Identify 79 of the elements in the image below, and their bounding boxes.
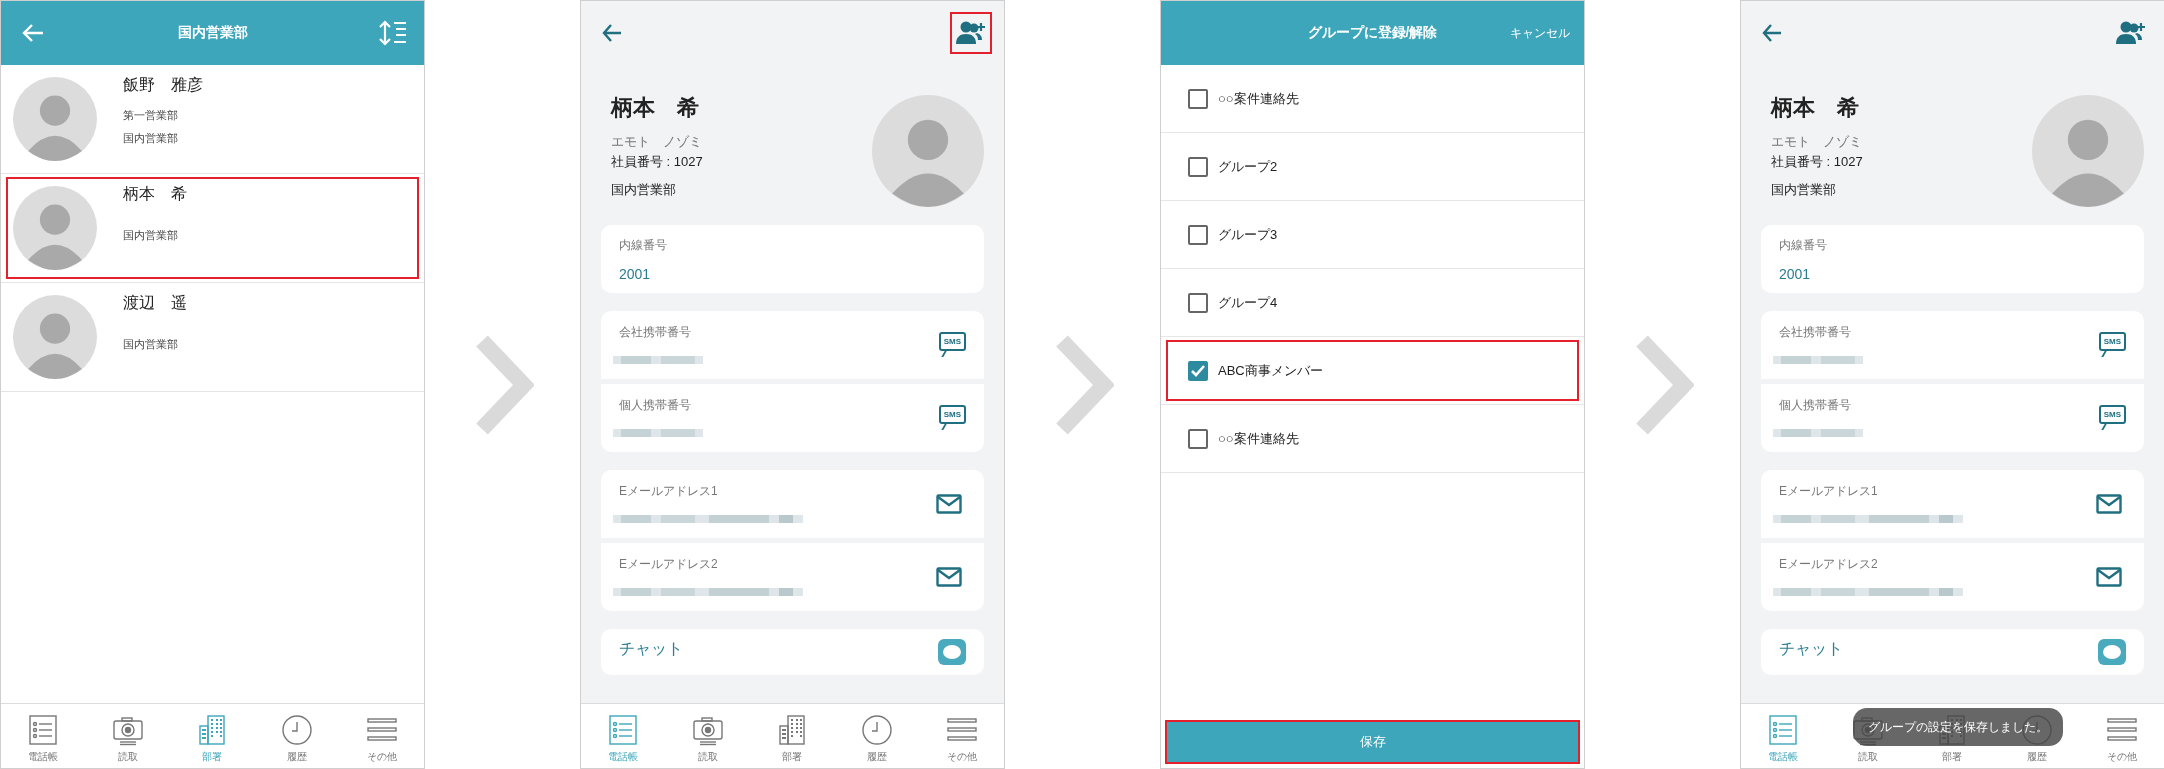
group-row[interactable]: ABC商事メンバー [1161,337,1584,405]
group-name: グループ4 [1218,293,1278,312]
field-value[interactable]: 2001 [619,265,667,282]
checkbox[interactable] [1188,156,1208,177]
tab-bar-item[interactable]: 読取 [665,704,751,768]
chat-icon[interactable] [2098,639,2126,665]
department-text: 第一営業部 [123,107,179,123]
checkbox[interactable] [1188,292,1208,313]
tab-bar-item[interactable]: 履歴 [254,704,340,768]
employee-number: 社員番号 : 1027 [611,153,703,171]
group-name: グループ2 [1218,157,1278,176]
list-icon [607,714,640,746]
checkbox[interactable] [1188,428,1208,449]
group-name: ○○案件連絡先 [1218,429,1299,448]
field-label: 会社携帯番号 [1779,323,1852,341]
name-reading: エモト ノゾミ [1771,133,1863,151]
tab-bar-item[interactable]: 電話帳 [1,704,86,768]
tab-bar-item[interactable]: 電話帳 [1741,704,1826,768]
tab-bar-item[interactable]: 部署 [170,704,255,768]
field-label: Eメールアドレス1 [619,482,719,500]
list-icon [1767,714,1800,746]
contact-row[interactable]: 柄本 希 国内営業部 [1,174,424,283]
tab-bar-item[interactable]: その他 [919,704,1004,768]
chat-icon[interactable] [938,639,966,665]
clock-icon [861,714,894,746]
group-row[interactable]: ○○案件連絡先 [1161,65,1584,133]
tab-bar-item[interactable]: その他 [339,704,424,768]
screen-title: グループに登録/解除 [1306,24,1439,42]
department-text: 国内営業部 [123,228,179,243]
group-name: ○○案件連絡先 [1218,89,1299,108]
employee-number: 社員番号 : 1027 [1771,153,1863,171]
contact-name: 飯野 雅彦 [123,75,204,95]
field-label: 内線番号 [1779,236,1827,254]
tab-bar-item[interactable]: その他 [2079,704,2164,768]
group-name: グループ3 [1218,225,1278,244]
field-label: Eメールアドレス2 [1779,555,1879,573]
add-person-icon [956,20,986,46]
group-row[interactable]: グループ2 [1161,133,1584,201]
screen-title: 国内営業部 [176,24,249,42]
field-label: Eメールアドレス2 [619,555,719,573]
field-label: チャット [619,639,683,659]
field-label: 個人携帯番号 [1779,396,1852,414]
checkbox[interactable] [1188,88,1208,109]
camera-icon [111,714,144,746]
contact-name: 柄本 希 [123,184,188,204]
field-label: 内線番号 [619,236,667,254]
group-row[interactable]: グループ3 [1161,201,1584,269]
tab-bar-item[interactable]: 履歴 [834,704,920,768]
field-label: 会社携帯番号 [619,323,692,341]
field-label: チャット [1779,639,1843,659]
contact-row[interactable]: 渡辺 遥 国内営業部 [1,283,424,392]
person-name: 柄本 希 [1771,94,1860,122]
clock-icon [281,714,314,746]
person-name: 柄本 希 [611,94,700,122]
cancel-button[interactable]: キャンセル [1506,20,1574,46]
checkbox[interactable] [1188,360,1208,381]
camera-icon [691,714,724,746]
tab-bar-item[interactable]: 読取 [85,704,171,768]
list-icon [27,714,60,746]
add-to-group-button[interactable] [950,12,992,54]
contact-row[interactable]: 飯野 雅彦 第一営業部 国内営業部 [1,65,424,174]
tab-bar-item[interactable]: 部署 [750,704,835,768]
save-button[interactable]: 保存 [1165,720,1580,764]
department-text: 国内営業部 [1771,181,1837,199]
field-value[interactable]: 2001 [1779,265,1827,282]
contact-name: 渡辺 遥 [123,293,188,313]
name-reading: エモト ノゾミ [611,133,703,151]
department-text: 国内営業部 [123,130,179,146]
group-row[interactable]: グループ4 [1161,269,1584,337]
tab-bar-item[interactable]: 電話帳 [581,704,666,768]
status-toast: グループの設定を保存しました。 [1853,708,2063,746]
field-label: 個人携帯番号 [619,396,692,414]
group-row[interactable]: ○○案件連絡先 [1161,405,1584,473]
checkbox[interactable] [1188,224,1208,245]
group-name: ABC商事メンバー [1218,361,1323,380]
add-person-icon [2116,20,2146,46]
department-text: 国内営業部 [123,337,179,352]
department-text: 国内営業部 [611,181,677,199]
field-label: Eメールアドレス1 [1779,482,1879,500]
